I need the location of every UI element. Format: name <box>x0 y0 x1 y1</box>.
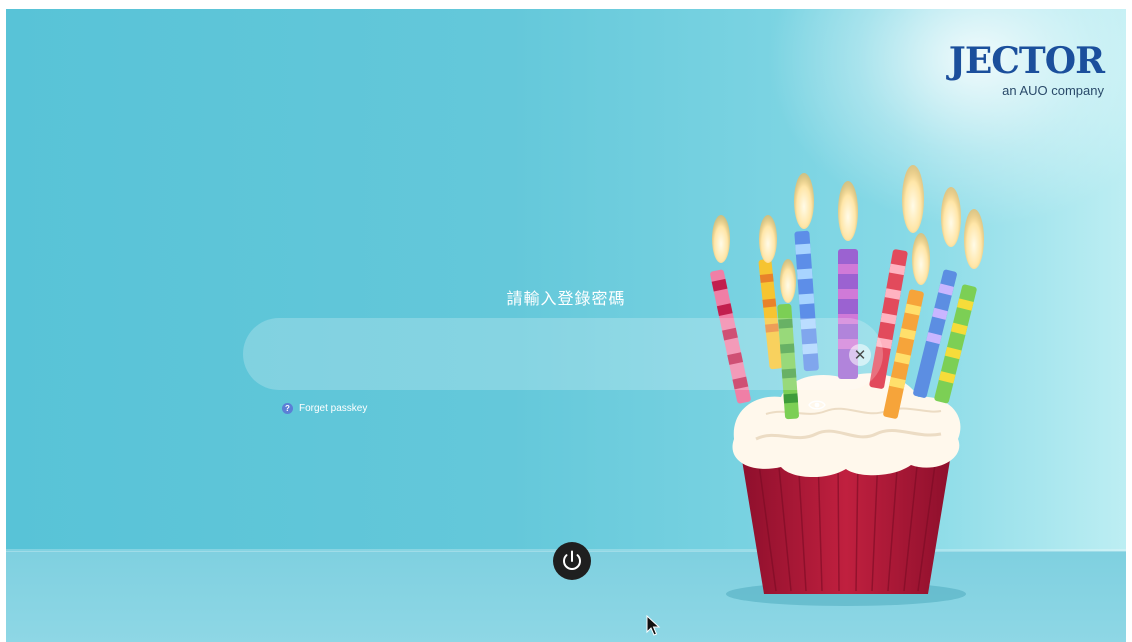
mouse-cursor-icon <box>646 615 661 636</box>
eye-icon[interactable] <box>808 399 826 411</box>
power-button[interactable] <box>553 542 591 580</box>
password-prompt: 請輸入登錄密碼 <box>506 289 626 308</box>
lock-screen: JECTOR an AUO company 請輸入登錄密碼 ✕ ? Forget… <box>6 9 1126 642</box>
logo-tagline: an AUO company <box>1002 83 1104 98</box>
close-icon: ✕ <box>853 346 867 364</box>
logo-wordmark: JECTOR <box>948 40 1105 82</box>
password-input[interactable] <box>243 318 883 390</box>
question-icon: ? <box>282 403 293 414</box>
forget-passkey-link[interactable]: ? Forget passkey <box>282 403 367 414</box>
power-icon <box>563 550 581 570</box>
forget-passkey-label: Forget passkey <box>299 403 368 414</box>
clear-password-button[interactable]: ✕ <box>849 344 871 366</box>
brand-logo: JECTOR an AUO company <box>948 40 1105 98</box>
